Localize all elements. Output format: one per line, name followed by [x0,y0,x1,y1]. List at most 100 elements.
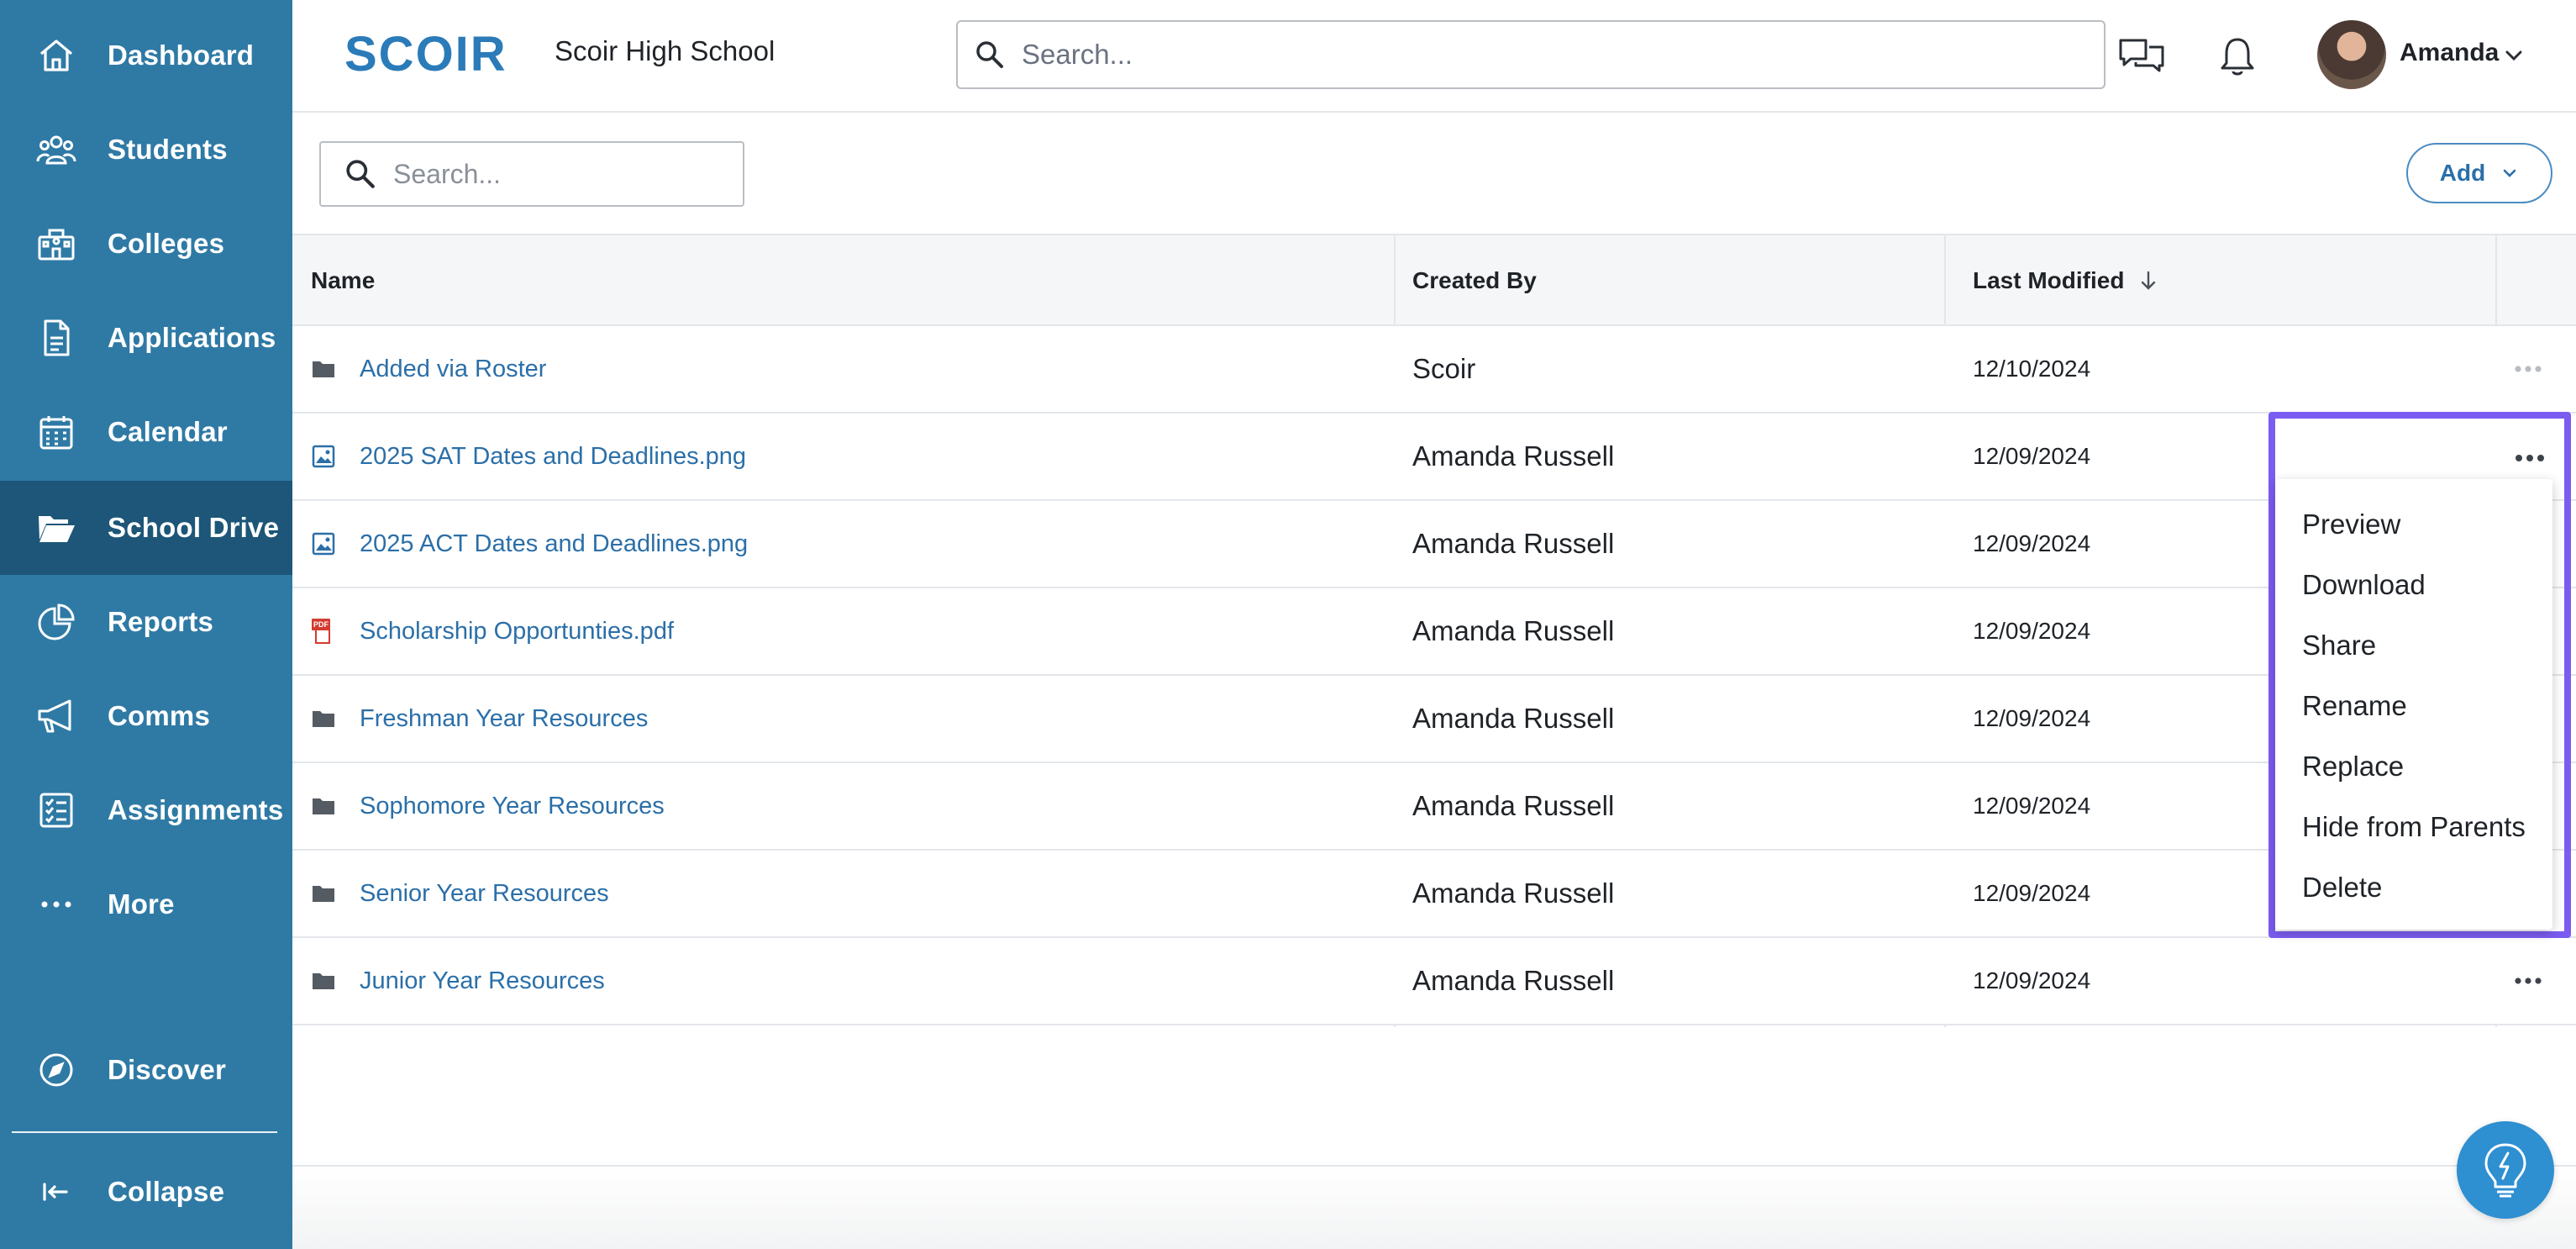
avatar[interactable] [2317,20,2386,89]
column-header-created-by[interactable]: Created By [1394,235,1537,326]
file-name-link[interactable]: Scholarship Opportunties.pdf [360,618,674,646]
column-header-name[interactable]: Name [292,235,375,326]
created-by-cell: Scoir [1412,353,1476,384]
sidebar-item-students[interactable]: Students [0,103,292,197]
last-modified-cell: 12/09/2024 [1973,443,2091,469]
menu-item-hide-from-parents[interactable]: Hide from Parents [2275,797,2552,857]
top-header: SCOIR Scoir High School Amanda [292,0,2576,113]
sidebar-item-label: Students [108,134,228,165]
svg-text:PDF: PDF [313,620,329,629]
add-button[interactable]: Add [2406,143,2552,203]
folder-icon [311,706,336,731]
table-row[interactable]: 2025 SAT Dates and Deadlines.png Amanda R… [292,414,2576,501]
add-button-label: Add [2439,160,2486,186]
sidebar-item-label: Dashboard [108,40,255,71]
global-search-box[interactable] [956,20,2105,89]
sidebar-item-calendar[interactable]: Calendar [0,385,292,479]
file-name-cell: Added via Roster [311,326,546,412]
table-row[interactable]: Added via Roster Scoir 12/10/2024 [292,326,2576,414]
help-button[interactable] [2457,1121,2554,1219]
file-name-cell: 2025 ACT Dates and Deadlines.png [311,501,748,587]
folder-icon [311,968,336,993]
user-name[interactable]: Amanda [2400,39,2499,67]
table-row[interactable]: 2025 ACT Dates and Deadlines.png Amanda R… [292,501,2576,588]
sidebar-item-more[interactable]: More [0,857,292,951]
notifications-button[interactable] [2213,32,2262,81]
sidebar-item-colleges[interactable]: Colleges [0,197,292,291]
table-row[interactable]: Junior Year Resources Amanda Russell 12/09… [292,938,2576,1025]
logo-mark: SCOIR [344,29,507,77]
ellipsis-icon [2516,455,2544,461]
table-row[interactable]: PDF Scholarship Opportunties.pdf Amanda Ru… [292,588,2576,676]
table-row[interactable]: Sophomore Year Resources Amanda Russell 12… [292,763,2576,851]
sidebar-divider [12,1131,277,1133]
sidebar-item-comms[interactable]: Comms [0,669,292,763]
sidebar-item-applications[interactable]: Applications [0,291,292,385]
created-by-cell: Amanda Russell [1412,965,1615,996]
last-modified-cell: 12/09/2024 [1973,618,2091,644]
global-search-input[interactable] [1022,39,2030,71]
folder-open-icon [34,505,79,551]
sidebar-item-label: Applications [108,322,276,353]
drive-search-box[interactable] [319,141,744,207]
sidebar-item-label: Assignments [108,794,284,825]
row-actions-button[interactable] [2507,960,2549,1002]
scoir-logo[interactable]: SCOIR [344,29,518,77]
file-name-link[interactable]: Senior Year Resources [360,880,609,908]
created-by-cell: Amanda Russell [1412,877,1615,909]
compass-icon [34,1047,79,1093]
row-actions-button[interactable] [2507,348,2549,390]
menu-item-preview[interactable]: Preview [2275,494,2552,555]
table-row[interactable]: Senior Year Resources Amanda Russell 12/09… [292,851,2576,938]
bell-icon [2221,38,2254,76]
menu-item-replace[interactable]: Replace [2275,736,2552,797]
last-modified-cell: 12/09/2024 [1973,880,2091,906]
file-name-cell: Senior Year Resources [311,851,609,936]
table-row[interactable]: Freshman Year Resources Amanda Russell 12/… [292,676,2576,763]
chevron-down-icon[interactable] [2499,40,2529,71]
sidebar-item-dashboard[interactable]: Dashboard [0,8,292,103]
sort-arrow-down-icon [2142,271,2156,290]
file-name-link[interactable]: Junior Year Resources [360,967,605,995]
sidebar-item-label: Calendar [108,416,228,447]
footer-shade [292,1167,2576,1249]
file-name-link[interactable]: 2025 SAT Dates and Deadlines.png [360,443,746,471]
image-icon [311,531,336,556]
folder-icon [311,881,336,906]
last-modified-cell: 12/10/2024 [1973,356,2091,382]
pdf-icon: PDF [311,619,336,644]
sidebar-item-school-drive[interactable]: School Drive [0,481,292,575]
sidebar-item-discover[interactable]: Discover [0,1023,292,1117]
file-name-link[interactable]: Sophomore Year Resources [360,793,665,820]
row-context-menu: Preview Download Share Rename Replace Hi… [2275,479,2552,930]
file-name-link[interactable]: Added via Roster [360,356,546,383]
home-icon [34,33,79,78]
file-name-link[interactable]: 2025 ACT Dates and Deadlines.png [360,530,748,558]
last-modified-cell: 12/09/2024 [1973,967,2091,993]
sidebar-item-assignments[interactable]: Assignments [0,763,292,857]
drive-search-input[interactable] [393,158,729,190]
menu-item-share[interactable]: Share [2275,615,2552,676]
chevron-down-icon [2503,169,2516,177]
ellipsis-icon [34,882,79,927]
menu-item-rename[interactable]: Rename [2275,676,2552,736]
created-by-cell: Amanda Russell [1412,440,1615,472]
ellipsis-icon [2515,978,2542,984]
menu-item-download[interactable]: Download [2275,555,2552,615]
file-name-cell: PDF Scholarship Opportunties.pdf [311,588,674,674]
sidebar: Dashboard Students Colleges Applications… [0,0,292,1249]
collapse-icon [34,1169,79,1215]
messages-button[interactable] [2117,32,2166,81]
sidebar-item-reports[interactable]: Reports [0,575,292,669]
file-name-cell: 2025 SAT Dates and Deadlines.png [311,414,746,499]
file-name-cell: Junior Year Resources [311,938,605,1024]
menu-item-delete[interactable]: Delete [2275,857,2552,918]
file-name-link[interactable]: Freshman Year Resources [360,705,648,733]
column-header-last-modified[interactable]: Last Modified [1954,235,2161,326]
sidebar-item-label: Discover [108,1054,227,1085]
megaphone-icon [34,693,79,739]
collapse-button[interactable]: Collapse [0,1145,292,1239]
file-name-cell: Sophomore Year Resources [311,763,665,849]
row-actions-button[interactable] [2509,437,2551,479]
logo-text: SCOIR [344,29,507,77]
